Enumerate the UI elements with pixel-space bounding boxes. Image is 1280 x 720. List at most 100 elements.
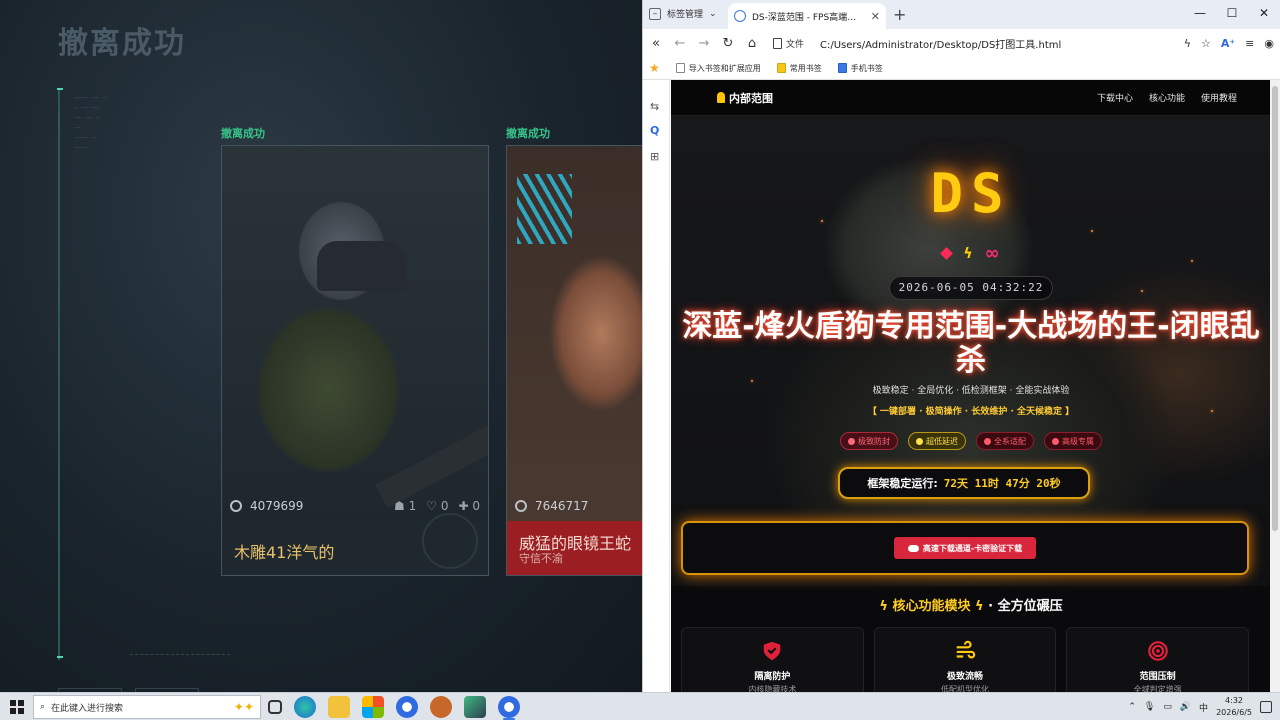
page-scrollbar[interactable] xyxy=(1270,80,1280,692)
runtime-value: 72天 11时 47分 20秒 xyxy=(943,477,1061,490)
pill-premium: 高级专属 xyxy=(1044,432,1102,450)
target-icon xyxy=(1147,641,1168,661)
scrollbar-thumb[interactable] xyxy=(1272,86,1278,531)
datetime-display: 2026-06-05 04:32:22 xyxy=(889,276,1053,300)
player-card[interactable]: 7646717 威猛的眼镜王蛇 守信不渝 xyxy=(506,145,642,576)
refresh-button[interactable]: ↻ xyxy=(721,36,735,51)
feature-desc: 全域判定增强 xyxy=(1133,685,1182,692)
collapse-icon[interactable]: « xyxy=(649,36,663,51)
bookmark-common[interactable]: 常用书签 xyxy=(776,63,822,74)
tab-title: DS-深蓝范围 - FPS高端游戏辅助 xyxy=(752,12,865,23)
task-view-icon[interactable] xyxy=(268,700,282,714)
bookmark-star-icon[interactable]: ★ xyxy=(649,61,660,75)
page-favicon-icon xyxy=(734,10,746,22)
chevron-down-icon[interactable]: ⌄ xyxy=(709,9,717,19)
card-score: 4079699 xyxy=(250,499,304,513)
player-name: 木雕41洋气的 xyxy=(234,543,335,562)
card-status-label: 撤离成功 xyxy=(221,127,265,140)
file-icon xyxy=(773,37,782,49)
clock[interactable]: 4:32 2026/6/5 xyxy=(1216,695,1252,719)
network-icon[interactable]: ▭ xyxy=(1163,702,1172,712)
browser-window: – 标签管理 ⌄ DS-深蓝范围 - FPS高端游戏辅助 ✕ + — ☐ ✕ «… xyxy=(642,0,1280,692)
infinity-icon: ∞ xyxy=(984,243,1000,264)
taskbar-search[interactable]: ⌕ 在此键入进行搜索 ✦✦ xyxy=(33,695,261,719)
read-aloud-icon[interactable]: A⁺ xyxy=(1221,37,1235,50)
sidebar-toggle-icon[interactable]: – xyxy=(649,7,661,20)
feature-title: 隔离防护 xyxy=(754,672,791,682)
ime-indicator[interactable]: 中 xyxy=(1199,701,1208,714)
logo-symbols: ϟ ∞ xyxy=(671,243,1271,264)
ghost-icon xyxy=(717,92,725,103)
copilot-icon[interactable]: Q xyxy=(650,124,659,137)
new-tab-button[interactable]: + xyxy=(893,5,906,24)
tab-group-label: 标签管理 xyxy=(667,10,704,20)
site-nav: 内部范围 下载中心 核心功能 使用教程 xyxy=(671,80,1271,116)
nav-core-features[interactable]: 核心功能 xyxy=(1149,91,1185,104)
home-button[interactable]: ⌂ xyxy=(745,36,759,51)
back-button[interactable]: ← xyxy=(673,36,687,51)
hud-text: ──── ── ─ ─ ── ── ── ── ─ ── ──── ─ ──── xyxy=(74,95,107,152)
heart-icon xyxy=(848,437,855,445)
site-brand[interactable]: 内部范围 xyxy=(717,90,773,106)
hero-tagline: 【 一键部署 · 极简操作 · 长效维护 · 全天候稳定 】 xyxy=(867,407,1075,417)
card-score: 7646717 xyxy=(535,499,589,513)
diamond-icon xyxy=(940,247,954,260)
extraction-title: 撤离成功 xyxy=(58,26,186,61)
extensions-icon[interactable]: ◉ xyxy=(1264,37,1274,50)
minimize-button[interactable]: — xyxy=(1184,0,1216,26)
folder-icon xyxy=(837,63,847,73)
microphone-icon[interactable]: 🎙 xyxy=(1144,702,1155,712)
store-icon[interactable] xyxy=(362,696,384,718)
feature-card[interactable]: 范围压制 全域判定增强 xyxy=(1066,627,1250,692)
url-field[interactable]: C:/Users/Administrator/Desktop/DS打图工具.ht… xyxy=(820,36,1174,51)
notification-icon[interactable] xyxy=(1260,701,1272,713)
feature-card[interactable]: 隔离防护 内核隐藏技术 xyxy=(681,627,864,692)
close-tab-icon[interactable]: ✕ xyxy=(871,10,880,23)
chevron-up-icon[interactable]: ⌃ xyxy=(1128,702,1136,712)
runtime-counter: 框架稳定运行: 72天 11时 47分 20秒 xyxy=(838,467,1090,499)
tab-manager[interactable]: – 标签管理 ⌄ xyxy=(649,7,717,20)
favorite-star-icon[interactable]: ☆ xyxy=(1201,37,1211,50)
address-bar: « ← → ↻ ⌂ 文件 C:/Users/Administrator/Desk… xyxy=(643,29,1280,57)
player-card[interactable]: 4079699 ☗ 1 ♡ 0 ✚ 0 木雕41洋气的 xyxy=(221,145,489,576)
tab-active[interactable]: DS-深蓝范围 - FPS高端游戏辅助 ✕ xyxy=(728,3,886,29)
performance-icon[interactable]: ϟ xyxy=(1184,37,1191,50)
feature-title: 极致流畅 xyxy=(947,672,984,682)
volume-icon[interactable]: 🔊 xyxy=(1180,702,1191,712)
close-window-button[interactable]: ✕ xyxy=(1248,0,1280,26)
ds-logo: DS xyxy=(930,162,1012,225)
download-button[interactable]: 高速下载通道-卡密验证下载 xyxy=(893,537,1037,559)
file-scheme-indicator[interactable]: 文件 xyxy=(773,37,804,50)
search-icon: ⌕ xyxy=(40,702,46,712)
browser-sidebar: ⇆ Q ⊞ xyxy=(643,80,670,692)
download-box: 高速下载通道-卡密验证下载 xyxy=(681,521,1249,575)
feature-card[interactable]: 极致流畅 低配机型优化 xyxy=(873,627,1057,692)
lightning-icon xyxy=(916,437,923,445)
active-browser-icon[interactable] xyxy=(498,696,520,720)
file-explorer-icon[interactable] xyxy=(328,696,350,718)
feature-title: 范围压制 xyxy=(1139,672,1176,682)
nav-download-center[interactable]: 下载中心 xyxy=(1097,91,1133,104)
dev-app-icon[interactable] xyxy=(464,696,486,718)
search-placeholder: 在此键入进行搜索 xyxy=(51,703,124,714)
score-icon xyxy=(230,500,242,512)
forward-button[interactable]: → xyxy=(697,36,711,51)
nav-tutorial[interactable]: 使用教程 xyxy=(1201,91,1237,104)
operator-portrait xyxy=(507,146,642,521)
lightning-icon: ϟ xyxy=(963,245,973,262)
reading-list-icon[interactable]: ≡ xyxy=(1245,37,1254,50)
swap-icon[interactable]: ⇆ xyxy=(650,100,659,113)
lightning-icon: ϟ xyxy=(879,599,893,614)
maximize-button[interactable]: ☐ xyxy=(1216,0,1248,26)
add-panel-icon[interactable]: ⊞ xyxy=(650,150,659,163)
edge-icon[interactable] xyxy=(294,696,316,718)
windows-start-icon[interactable] xyxy=(10,700,24,714)
game-app-icon[interactable] xyxy=(430,696,452,718)
feature-desc: 内核隐藏技术 xyxy=(748,685,797,692)
bookmark-mobile[interactable]: 手机书签 xyxy=(837,63,883,74)
tab-bar: – 标签管理 ⌄ DS-深蓝范围 - FPS高端游戏辅助 ✕ + — ☐ ✕ xyxy=(643,0,1280,29)
lightning-icon: ϟ xyxy=(970,599,989,614)
cloud-download-icon xyxy=(907,544,919,552)
browser-app-icon[interactable] xyxy=(396,696,418,718)
bookmark-import[interactable]: 导入书签和扩展应用 xyxy=(675,63,761,74)
